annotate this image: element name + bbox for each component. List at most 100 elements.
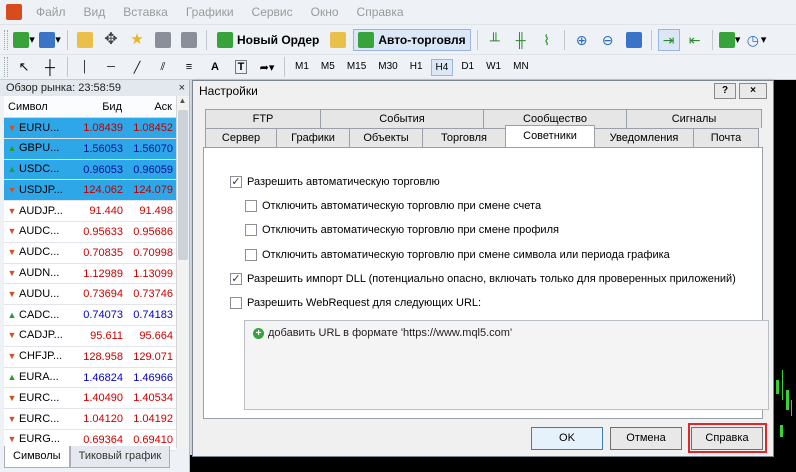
bar-chart-button[interactable]: ╨: [484, 29, 506, 51]
menu-view[interactable]: Вид: [76, 5, 116, 19]
option-allow-dll-import[interactable]: ✓ Разрешить импорт DLL (потенциально опа…: [230, 273, 736, 285]
menu-insert[interactable]: Вставка: [115, 5, 178, 19]
horizontal-line-button[interactable]: ─: [100, 56, 122, 78]
option-disable-on-symbol-change[interactable]: Отключить автоматическую торговлю при см…: [245, 249, 670, 261]
chart-area[interactable]: [772, 80, 796, 472]
arrows-button[interactable]: ➦▾: [256, 56, 278, 78]
close-icon[interactable]: ×: [179, 80, 189, 96]
column-ask[interactable]: Аск: [126, 96, 176, 117]
add-url-item[interactable]: + добавить URL в формате 'https://www.mq…: [253, 327, 512, 339]
menu-tools[interactable]: Сервис: [244, 5, 303, 19]
option-disable-on-account-change[interactable]: Отключить автоматическую торговлю при см…: [245, 200, 541, 212]
scroll-up-icon[interactable]: ▲: [177, 96, 188, 108]
timeframe-d1-button[interactable]: D1: [457, 59, 478, 76]
option-disable-on-profile-change[interactable]: Отключить автоматическую торговлю при см…: [245, 224, 559, 236]
tab-expert-advisors[interactable]: Советники: [505, 125, 595, 147]
text-button[interactable]: A: [204, 56, 226, 78]
url-list[interactable]: + добавить URL в формате 'https://www.mq…: [244, 320, 769, 410]
favorites-button[interactable]: ★: [126, 29, 148, 51]
close-icon[interactable]: ×: [739, 83, 767, 99]
line-chart-button[interactable]: ⌇: [536, 29, 558, 51]
scroll-thumb[interactable]: [178, 110, 188, 260]
channel-button[interactable]: ⫽: [152, 56, 174, 78]
table-row[interactable]: ▼ EURC... 1.40490 1.40534: [4, 388, 176, 410]
checkbox-allow-auto-trading[interactable]: ✓: [230, 176, 242, 188]
trendline-button[interactable]: ╱: [126, 56, 148, 78]
tile-windows-button[interactable]: [623, 29, 645, 51]
text-label-button[interactable]: T: [230, 56, 252, 78]
vertical-line-button[interactable]: │: [74, 56, 96, 78]
chart-shift-button[interactable]: ⇤: [684, 29, 706, 51]
table-row[interactable]: ▲ EURA... 1.46824 1.46966: [4, 368, 176, 389]
zoom-in-button[interactable]: ⊕: [571, 29, 593, 51]
candle-chart-button[interactable]: ╫: [510, 29, 532, 51]
auto-trading-button[interactable]: Авто-торговля: [353, 28, 471, 51]
table-row[interactable]: ▼ CHFJP... 128.958 129.071: [4, 347, 176, 368]
metaeditor-button[interactable]: [327, 29, 349, 51]
table-row[interactable]: ▼ AUDU... 0.73694 0.73746: [4, 284, 176, 306]
column-symbol[interactable]: Символ: [4, 96, 74, 117]
table-row[interactable]: ▼ AUDC... 0.70835 0.70998: [4, 243, 176, 264]
table-row[interactable]: ▼ CADJP... 95.611 95.664: [4, 326, 176, 347]
tester-button[interactable]: [178, 29, 200, 51]
checkbox-disable-on-symbol-change[interactable]: [245, 249, 257, 261]
tab-email[interactable]: Почта: [693, 128, 759, 147]
checkbox-allow-webrequest[interactable]: [230, 297, 242, 309]
table-row[interactable]: ▼ EURC... 1.04120 1.04192: [4, 409, 176, 430]
help-icon[interactable]: ?: [714, 83, 736, 99]
tab-notifications[interactable]: Уведомления: [594, 128, 694, 147]
table-row[interactable]: ▼ EURU... 1.08439 1.08452: [4, 118, 176, 139]
indicators-button[interactable]: ▾: [718, 29, 741, 51]
tab-symbols[interactable]: Символы: [4, 446, 70, 468]
menu-help[interactable]: Справка: [349, 5, 414, 19]
checkbox-disable-on-profile-change[interactable]: [245, 224, 257, 236]
fibonacci-button[interactable]: ≡: [178, 56, 200, 78]
new-order-icon: [217, 31, 233, 48]
timeframe-m1-button[interactable]: M1: [291, 59, 313, 76]
table-row[interactable]: ▲ GBPU... 1.56053 1.56070: [4, 138, 176, 160]
menu-file[interactable]: Файл: [28, 5, 76, 19]
timeframe-mn-button[interactable]: MN: [509, 59, 533, 76]
table-row[interactable]: ▲ CADC... 0.74073 0.74183: [4, 305, 176, 326]
cursor-button[interactable]: ↖: [13, 56, 35, 78]
market-watch-button[interactable]: [74, 29, 96, 51]
tab-ftp[interactable]: FTP: [205, 109, 321, 128]
terminal-button[interactable]: [152, 29, 174, 51]
table-row[interactable]: ▼ AUDC... 0.95633 0.95686: [4, 222, 176, 243]
table-row[interactable]: ▼ AUDJP... 91.440 91.498: [4, 201, 176, 222]
table-row[interactable]: ▼ USDJP... 124.062 124.079: [4, 180, 176, 202]
tab-charts[interactable]: Графики: [276, 128, 350, 147]
profiles-button[interactable]: ▾: [39, 29, 61, 51]
tab-signals[interactable]: Сигналы: [626, 109, 762, 128]
table-row[interactable]: ▼ AUDN... 1.12989 1.13099: [4, 264, 176, 285]
tab-tick-chart[interactable]: Тиковый график: [69, 446, 171, 468]
cancel-button[interactable]: Отмена: [610, 427, 682, 450]
menu-charts[interactable]: Графики: [178, 5, 244, 19]
ok-button[interactable]: OK: [531, 427, 603, 450]
crosshair-button[interactable]: ┼: [39, 56, 61, 78]
timeframe-w1-button[interactable]: W1: [482, 59, 505, 76]
tab-events[interactable]: События: [320, 109, 484, 128]
timeframe-m30-button[interactable]: M30: [374, 59, 401, 76]
timeframe-m15-button[interactable]: M15: [343, 59, 370, 76]
autoscroll-button[interactable]: ⇥: [657, 28, 680, 51]
navigator-button[interactable]: ✥: [100, 29, 122, 51]
menu-window[interactable]: Окно: [303, 5, 349, 19]
checkbox-disable-on-account-change[interactable]: [245, 200, 257, 212]
scrollbar[interactable]: ▲: [176, 96, 188, 448]
tab-server[interactable]: Сервер: [205, 128, 277, 147]
timeframe-h4-button[interactable]: H4: [430, 58, 454, 76]
option-allow-auto-trading[interactable]: ✓ Разрешить автоматическую торговлю: [230, 176, 440, 188]
option-allow-webrequest[interactable]: Разрешить WebRequest для следующих URL:: [230, 297, 481, 309]
tab-objects[interactable]: Объекты: [349, 128, 423, 147]
timeframe-h1-button[interactable]: H1: [406, 59, 427, 76]
table-row[interactable]: ▲ USDC... 0.96053 0.96059: [4, 159, 176, 181]
column-bid[interactable]: Бид: [74, 96, 126, 117]
new-chart-button[interactable]: ▾: [13, 29, 35, 51]
new-order-button[interactable]: Новый Ордер: [213, 29, 323, 51]
periods-button[interactable]: ◷ ▾: [745, 29, 767, 51]
zoom-out-button[interactable]: ⊖: [597, 29, 619, 51]
tab-trade[interactable]: Торговля: [422, 128, 506, 147]
timeframe-m5-button[interactable]: M5: [317, 59, 339, 76]
checkbox-allow-dll-import[interactable]: ✓: [230, 273, 242, 285]
